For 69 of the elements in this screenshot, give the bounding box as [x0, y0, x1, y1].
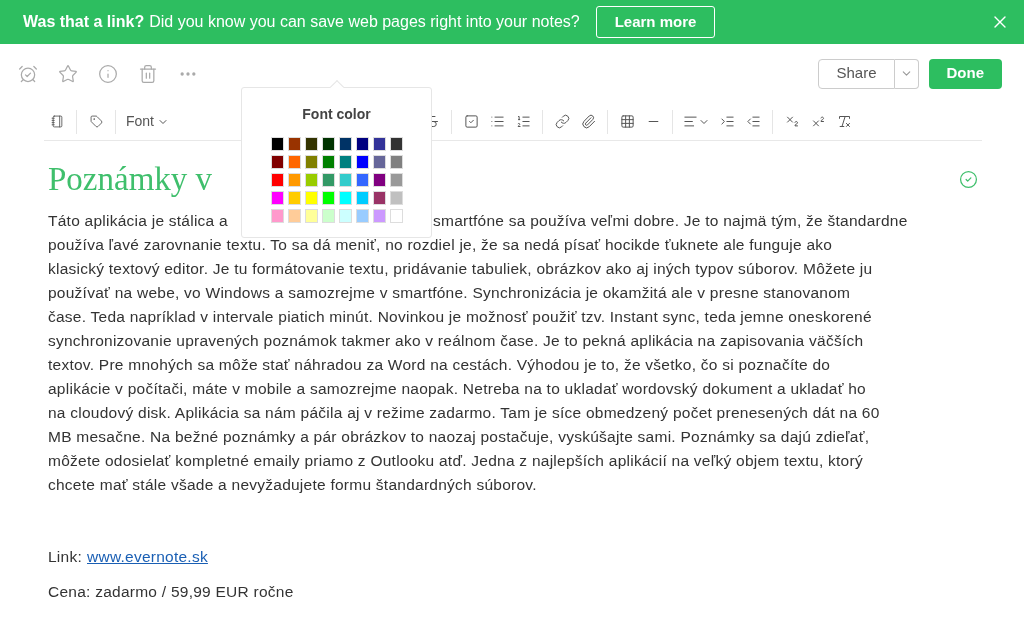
banner-text: Did you know you can save web pages right into your notes? — [149, 12, 580, 32]
color-swatch[interactable] — [304, 191, 318, 205]
color-swatch[interactable] — [321, 173, 335, 187]
reminder-icon[interactable] — [18, 63, 38, 84]
color-swatch[interactable] — [355, 209, 369, 223]
paragraph-line: klasický textový editor. Je tu formátovanie textu, pridávanie tabuliek, obrázkov ako aj iných typov súborov. Môžete ju — [48, 259, 873, 279]
color-swatch[interactable] — [338, 209, 352, 223]
color-swatch[interactable] — [287, 173, 301, 187]
paragraph-line: Táto aplikácia je stálica a — [48, 211, 228, 231]
color-swatch[interactable] — [389, 191, 403, 205]
color-swatch[interactable] — [355, 173, 369, 187]
color-swatch[interactable] — [338, 137, 352, 151]
color-swatch[interactable] — [389, 209, 403, 223]
color-swatch[interactable] — [304, 209, 318, 223]
color-swatch[interactable] — [355, 191, 369, 205]
color-swatch[interactable] — [321, 137, 335, 151]
color-swatch[interactable] — [321, 209, 335, 223]
paragraph-line: používať na webe, vo Windows a samozrejme v smartfóne. Synchronizácia je okamžitá ale v presne stanovanom — [48, 283, 851, 303]
color-swatch[interactable] — [304, 155, 318, 169]
paragraph-line: používa ľavé zarovnanie textu. To sa dá meniť, no rozdiel je, že sa nedá písať hocikde ťuknete ale funguje ako — [48, 235, 833, 255]
color-swatch[interactable] — [270, 137, 284, 151]
color-swatch[interactable] — [338, 173, 352, 187]
info-icon[interactable] — [98, 63, 118, 84]
paragraph-line: textov. Pre mnohých sa môže stať náhradou za Word na cestách. Výhodou je to, že všetko, čo si poznačíte do — [48, 355, 831, 375]
color-swatch[interactable] — [321, 155, 335, 169]
color-swatch[interactable] — [372, 173, 386, 187]
color-swatch[interactable] — [389, 173, 403, 187]
paragraph-line: čase. Teda napríklad v intervale piatich minút. Novinkou je možnosť použiť tzv. Instant sync, teda jemne oneskorené — [48, 307, 872, 327]
link-label: Link: — [48, 547, 82, 567]
paragraph-line: synchronizovanie upravených poznámok takmer ako v reálnom čase. Je to pekná aplikácia na zapisovania väčších — [48, 331, 864, 351]
color-swatch[interactable] — [355, 155, 369, 169]
color-swatch[interactable] — [270, 173, 284, 187]
color-swatch[interactable] — [321, 191, 335, 205]
banner-lead: Was that a link? — [23, 12, 145, 32]
paragraph-line: chcete mať stále všade a nevyžadujete formu štandardných súborov. — [48, 475, 537, 495]
color-swatch[interactable] — [270, 191, 284, 205]
star-icon[interactable] — [58, 63, 78, 84]
color-swatch[interactable] — [372, 209, 386, 223]
color-swatch[interactable] — [287, 191, 301, 205]
saved-check-icon — [959, 169, 978, 189]
font-dropdown[interactable]: Font — [122, 111, 173, 132]
paragraph-line: môžete odosielať kompletné emaily priamo z Outlooku atď. Jedna z najlepších aplikácií na veľký objem textu, ktorý — [48, 451, 863, 471]
paragraph-line: na cloudový disk. Aplikácia sa nám páčila aj v režime zadarmo. Tam je síce obmedzený počet prenesených dát na 60 — [48, 403, 880, 423]
price-text: Cena: zadarmo / 59,99 EUR ročne — [48, 582, 294, 602]
paragraph-line: MB mesačne. Na bežné poznámky a pár obrázkov to naozaj postačuje, vyskúšajte sami. Poznámky sa dajú zdieľať, — [48, 427, 870, 447]
paragraph-line: aplikácie v počítači, máte v mobile a samozrejme naopak. Netreba na to ukladať wordovský dokument a ukladať ho — [48, 379, 866, 399]
note-title: Poznámky v — [48, 160, 213, 199]
trash-icon[interactable] — [138, 63, 158, 84]
color-swatch[interactable] — [389, 137, 403, 151]
color-swatch[interactable] — [355, 137, 369, 151]
color-swatch[interactable] — [270, 155, 284, 169]
share-button[interactable]: Share — [818, 58, 895, 89]
color-swatch[interactable] — [304, 137, 318, 151]
color-swatch[interactable] — [338, 191, 352, 205]
color-swatch[interactable] — [270, 209, 284, 223]
color-swatch[interactable] — [287, 155, 301, 169]
color-swatch[interactable] — [287, 137, 301, 151]
website-link[interactable]: www.evernote.sk — [87, 545, 208, 569]
share-menu-button[interactable] — [894, 58, 919, 89]
color-swatch[interactable] — [372, 137, 386, 151]
color-swatch[interactable] — [338, 155, 352, 169]
color-swatch[interactable] — [287, 209, 301, 223]
popover-title: Font color — [302, 105, 371, 124]
align-left-icon — [683, 114, 698, 129]
paragraph-line: smartfóne sa používa veľmi dobre. Je to najmä tým, že štandardne — [433, 211, 908, 231]
color-swatch[interactable] — [389, 155, 403, 169]
color-swatch[interactable] — [304, 173, 318, 187]
color-swatch[interactable] — [372, 191, 386, 205]
color-swatch[interactable] — [372, 155, 386, 169]
